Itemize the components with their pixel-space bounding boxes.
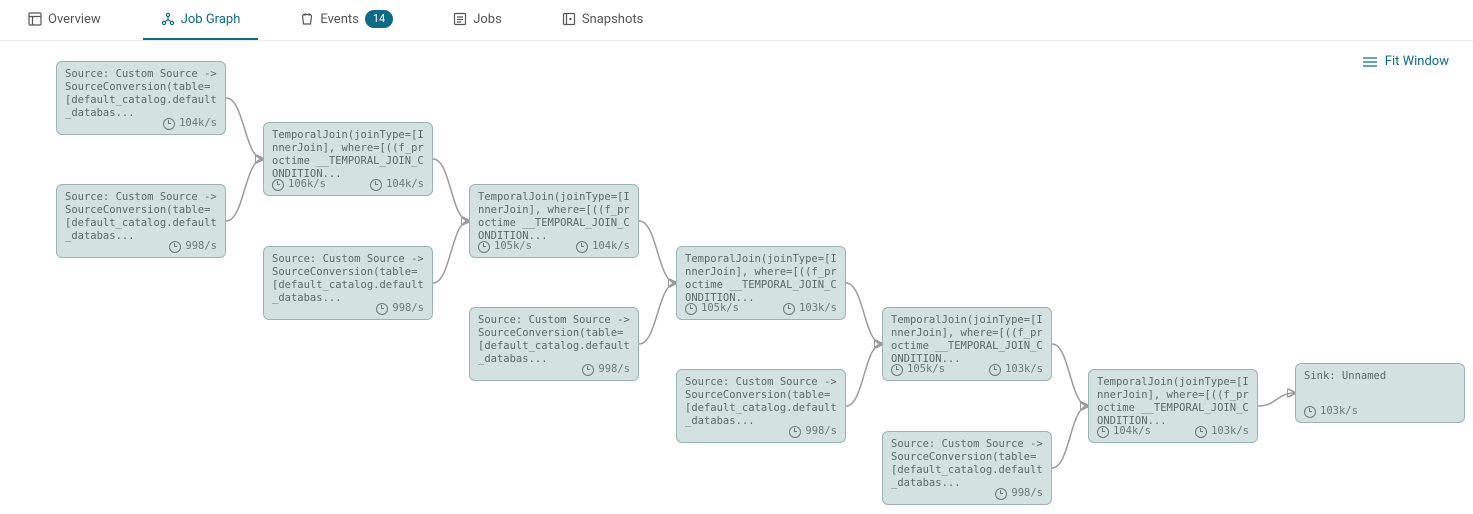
clock-icon [582,364,594,376]
node-title: Source: Custom Source -> SourceConversio… [65,191,217,243]
node-title: TemporalJoin(joinType=[InnerJoin], where… [685,253,837,305]
clock-icon [376,303,388,315]
node-title: Source: Custom Source -> SourceConversio… [891,438,1043,490]
tab-label: Overview [48,12,101,27]
graph-canvas[interactable]: Fit Window Source: Custom Source -> Sour… [0,40,1473,514]
node-title: Sink: Unnamed [1304,370,1456,383]
graph-node-source[interactable]: Source: Custom Source -> SourceConversio… [882,431,1052,505]
clock-icon [989,364,1001,376]
node-rate-in: 106k/s [288,178,326,191]
graph-node-temporal-join[interactable]: TemporalJoin(joinType=[InnerJoin], where… [469,184,639,258]
events-icon [300,12,314,26]
tab-snapshots[interactable]: Snapshots [544,0,662,40]
clock-icon [789,426,801,438]
node-rate-out: 103k/s [1005,363,1043,376]
node-title: Source: Custom Source -> SourceConversio… [478,314,630,366]
node-rate-out: 103k/s [1211,425,1249,438]
graph-node-sink[interactable]: Sink: Unnamed 103k/s [1295,363,1465,423]
graph-node-source[interactable]: Source: Custom Source -> SourceConversio… [469,307,639,381]
node-rate-out: 103k/s [799,302,837,315]
fit-window-label: Fit Window [1385,54,1449,69]
node-rate-in: 105k/s [907,363,945,376]
node-title: Source: Custom Source -> SourceConversio… [272,253,424,305]
node-rate-out: 998/s [1011,487,1043,500]
node-rate-out: 998/s [185,240,217,253]
node-title: TemporalJoin(joinType=[InnerJoin], where… [1097,376,1249,428]
node-rate-out: 104k/s [179,117,217,130]
overview-icon [28,12,42,26]
clock-icon [891,364,903,376]
clock-icon [685,303,697,315]
node-rate-out: 103k/s [1320,405,1358,418]
node-title: TemporalJoin(joinType=[InnerJoin], where… [478,191,630,243]
node-rate-out: 998/s [392,302,424,315]
jobs-icon [453,12,467,26]
tabs-bar: Overview Job Graph Events 14 Jobs [0,0,1473,41]
tab-events[interactable]: Events 14 [282,0,411,40]
clock-icon [1304,406,1316,418]
clock-icon [1195,426,1207,438]
clock-icon [783,303,795,315]
fit-window-button[interactable]: Fit Window [1363,54,1449,69]
job-graph-icon [161,12,175,26]
tab-label: Job Graph [181,12,241,27]
node-rate-out: 998/s [805,425,837,438]
graph-node-source[interactable]: Source: Custom Source -> SourceConversio… [676,369,846,443]
fit-window-icon [1363,56,1377,68]
node-rate-out: 104k/s [592,240,630,253]
snapshots-icon [562,12,576,26]
clock-icon [576,241,588,253]
tab-jobs[interactable]: Jobs [435,0,520,40]
events-badge: 14 [365,10,393,28]
tab-job-graph[interactable]: Job Graph [143,0,259,40]
node-rate-out: 998/s [598,363,630,376]
clock-icon [272,179,284,191]
node-title: Source: Custom Source -> SourceConversio… [65,68,217,120]
tab-label: Jobs [473,12,502,27]
graph-node-source[interactable]: Source: Custom Source -> SourceConversio… [56,61,226,135]
clock-icon [163,118,175,130]
tab-overview[interactable]: Overview [10,0,119,40]
tab-label: Snapshots [582,12,644,27]
clock-icon [1097,426,1109,438]
node-rate-in: 105k/s [701,302,739,315]
node-title: TemporalJoin(joinType=[InnerJoin], where… [891,314,1043,366]
graph-node-temporal-join[interactable]: TemporalJoin(joinType=[InnerJoin], where… [882,307,1052,381]
clock-icon [995,488,1007,500]
node-rate-out: 104k/s [386,178,424,191]
node-rate-in: 105k/s [494,240,532,253]
graph-node-temporal-join[interactable]: TemporalJoin(joinType=[InnerJoin], where… [1088,369,1258,443]
node-rate-in: 104k/s [1113,425,1151,438]
graph-node-source[interactable]: Source: Custom Source -> SourceConversio… [263,246,433,320]
tab-label: Events [320,12,358,27]
clock-icon [478,241,490,253]
graph-node-temporal-join[interactable]: TemporalJoin(joinType=[InnerJoin], where… [263,122,433,196]
graph-node-temporal-join[interactable]: TemporalJoin(joinType=[InnerJoin], where… [676,246,846,320]
node-title: TemporalJoin(joinType=[InnerJoin], where… [272,129,424,181]
clock-icon [169,241,181,253]
node-title: Source: Custom Source -> SourceConversio… [685,376,837,428]
graph-node-source[interactable]: Source: Custom Source -> SourceConversio… [56,184,226,258]
clock-icon [370,179,382,191]
